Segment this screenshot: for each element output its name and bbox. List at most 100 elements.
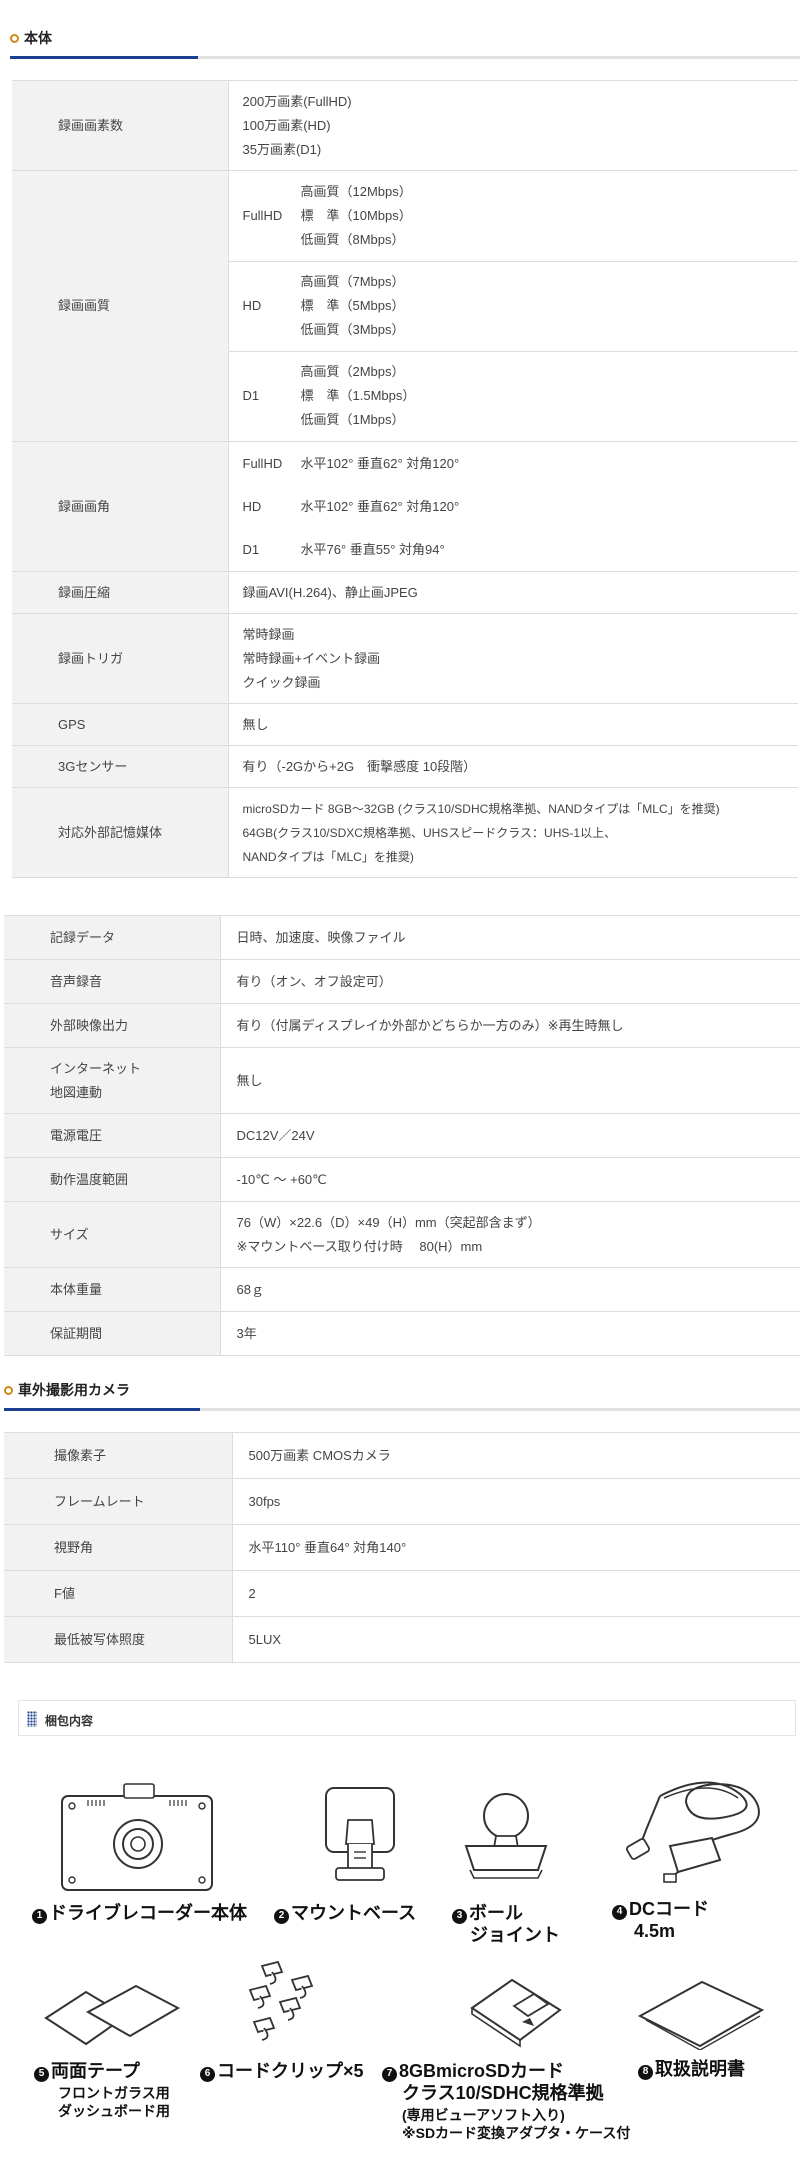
circle-bullet-icon xyxy=(10,33,19,43)
package-title: 梱包内容 xyxy=(45,1714,94,1728)
row-value: DC12V／24V xyxy=(220,1113,800,1158)
table-row: インターネット 地図連動 無し xyxy=(4,1047,800,1114)
manual-icon xyxy=(637,1980,765,2050)
row-value: FullHD 水平102° 垂直62° 対角120° HD 水平102° 垂直62°… xyxy=(228,441,798,572)
row-label: 録画画質 xyxy=(12,170,229,442)
package-item-subcaption: フロントガラス用 ダッシュボード用 xyxy=(58,2085,170,2119)
table-row: サイズ 76（W）×22.6（D）×49（H）mm（突起部含まず） ※マウントベース… xyxy=(4,1201,800,1268)
table-row: 視野角 水平110° 垂直64° 対角140° xyxy=(4,1524,800,1571)
table-row: 本体重量 68ｇ xyxy=(4,1267,800,1312)
row-value: microSDカード 8GB～32GB (クラス10/SDHC規格準拠、NAND… xyxy=(228,787,798,878)
section-title-main: 本体 xyxy=(10,28,52,48)
row-label: 本体重量 xyxy=(4,1267,221,1312)
package-item-tape xyxy=(42,1978,182,2052)
package-item-microsd xyxy=(464,1974,568,2050)
table-row: 録画圧縮 録画AVI(H.264)、静止画JPEG xyxy=(12,571,798,614)
row-value: 5LUX xyxy=(232,1616,800,1663)
row-label: 撮像素子 xyxy=(4,1432,233,1479)
table-row: 録画画質 FullHD 高画質（12Mbps）標 準（10Mbps） 低画質（8M… xyxy=(12,170,798,442)
angle-subtable: FullHD 水平102° 垂直62° 対角120° HD 水平102° 垂直62°… xyxy=(242,455,460,557)
row-value: 有り（-2Gから+2G 衝撃感度 10段階） xyxy=(228,745,798,788)
package-item-mount xyxy=(318,1782,402,1886)
dot-grid-icon xyxy=(27,1711,37,1727)
circle-bullet-icon xyxy=(4,1385,13,1395)
mount-base-icon xyxy=(325,1787,395,1881)
row-label: 電源電圧 xyxy=(4,1113,221,1158)
package-item-manual xyxy=(636,1976,766,2050)
table-row: 3Gセンサー 有り（-2Gから+2G 衝撃感度 10段階） xyxy=(12,745,798,788)
row-value: 2 xyxy=(232,1570,800,1617)
row-value: 500万画素 CMOSカメラ xyxy=(232,1432,800,1479)
package-item-caption: 2 マウントベース xyxy=(274,1902,416,1924)
row-value: 76（W）×22.6（D）×49（H）mm（突起部含まず） ※マウントベース取り付… xyxy=(220,1201,800,1268)
row-value: 30fps xyxy=(232,1478,800,1525)
table-row: 最低被写体照度 5LUX xyxy=(4,1616,800,1663)
table-row: 録画画素数 200万画素(FullHD) 100万画素(HD) 35万画素(D1… xyxy=(12,80,798,171)
section-title-camera: 車外撮影用カメラ xyxy=(4,1380,130,1400)
package-item-caption: 6 コードクリップ×5 xyxy=(200,2060,364,2082)
table-row: F値 2 xyxy=(4,1570,800,1617)
row-label: 対応外部記憶媒体 xyxy=(12,787,229,878)
camera-spec-table: 撮像素子 500万画素 CMOSカメラ フレームレート 30fps 視野角 水平110… xyxy=(4,1432,800,1663)
row-label: サイズ xyxy=(4,1201,221,1268)
double-sided-tape-icon xyxy=(44,1984,181,2046)
table-row: 保証期間 3年 xyxy=(4,1311,800,1356)
row-value: 常時録画 常時録画+イベント録画 クイック録画 xyxy=(228,613,798,704)
row-label: 録画画素数 xyxy=(12,80,229,171)
package-item-caption: 8 取扱説明書 xyxy=(638,2058,745,2080)
table-row: 音声録音 有り（オン、オフ設定可） xyxy=(4,959,800,1004)
table-row: 録画画角 FullHD 水平102° 垂直62° 対角120° HD 水平102° … xyxy=(12,441,798,572)
dashcam-body-icon xyxy=(61,1783,213,1891)
row-label: 最低被写体照度 xyxy=(4,1616,233,1663)
package-item-caption: 7 8GBmicroSDカード クラス10/SDHC規格準拠 xyxy=(382,2060,604,2104)
section-rule xyxy=(10,56,800,59)
table-row: GPS 無し xyxy=(12,703,798,746)
table-row: 外部映像出力 有り（付属ディスプレイか外部かどちらか一方のみ）※再生時無し xyxy=(4,1003,800,1048)
row-label: 3Gセンサー xyxy=(12,745,229,788)
row-label: GPS xyxy=(12,703,229,746)
row-value: 68ｇ xyxy=(220,1267,800,1312)
section-rule xyxy=(4,1408,800,1411)
row-value: 水平110° 垂直64° 対角140° xyxy=(232,1524,800,1571)
table-row: 動作温度範囲 -10℃ ～ +60℃ xyxy=(4,1157,800,1202)
cord-clip-icon xyxy=(248,1960,314,2041)
secondary-spec-table: 記録データ 日時、加速度、映像ファイル 音声録音 有り（オン、オフ設定可） 外部映像… xyxy=(4,915,800,1356)
row-label: 音声録音 xyxy=(4,959,221,1004)
row-value: 録画AVI(H.264)、静止画JPEG xyxy=(228,571,798,614)
package-item-ball-joint xyxy=(456,1790,556,1880)
row-value: 無し xyxy=(220,1047,800,1114)
row-label: 保証期間 xyxy=(4,1311,221,1356)
row-label: 動作温度範囲 xyxy=(4,1157,221,1202)
row-value: 3年 xyxy=(220,1311,800,1356)
package-item-dc-cord xyxy=(620,1776,770,1886)
package-item-dashcam xyxy=(58,1782,218,1892)
package-item-caption: 4 DCコード 4.5m xyxy=(612,1898,709,1942)
table-row: 記録データ 日時、加速度、映像ファイル xyxy=(4,915,800,960)
package-item-caption: 3 ボール ジョイント xyxy=(452,1902,560,1946)
main-spec-table: 録画画素数 200万画素(FullHD) 100万画素(HD) 35万画素(D1… xyxy=(12,80,798,878)
package-item-caption: 5 両面テープ xyxy=(34,2060,140,2082)
row-label: インターネット 地図連動 xyxy=(4,1047,221,1114)
ball-joint-icon xyxy=(464,1793,548,1879)
table-row: フレームレート 30fps xyxy=(4,1478,800,1525)
package-contents-header: 梱包内容 xyxy=(18,1700,796,1736)
row-label: F値 xyxy=(4,1570,233,1617)
table-row: 録画トリガ 常時録画 常時録画+イベント録画 クイック録画 xyxy=(12,613,798,704)
row-value: 有り（オン、オフ設定可） xyxy=(220,959,800,1004)
table-row: 撮像素子 500万画素 CMOSカメラ xyxy=(4,1432,800,1479)
table-row: 電源電圧 DC12V／24V xyxy=(4,1113,800,1158)
row-value: FullHD 高画質（12Mbps）標 準（10Mbps） 低画質（8Mbps） … xyxy=(228,170,798,442)
row-value: 200万画素(FullHD) 100万画素(HD) 35万画素(D1) xyxy=(228,80,798,171)
row-value: 無し xyxy=(228,703,798,746)
row-label: 録画トリガ xyxy=(12,613,229,704)
row-value: 日時、加速度、映像ファイル xyxy=(220,915,800,960)
row-label: 外部映像出力 xyxy=(4,1003,221,1048)
row-label: フレームレート xyxy=(4,1478,233,1525)
row-label: 録画画角 xyxy=(12,441,229,572)
row-label: 視野角 xyxy=(4,1524,233,1571)
package-item-caption: 1 ドライブレコーダー本体 xyxy=(32,1902,247,1924)
row-label: 記録データ xyxy=(4,915,221,960)
dc-cord-icon xyxy=(626,1781,760,1883)
package-item-subcaption: (専用ビューアソフト入り) ※SDカード変換アダプタ・ケース付 xyxy=(402,2107,631,2141)
row-value: -10℃ ～ +60℃ xyxy=(220,1157,800,1202)
